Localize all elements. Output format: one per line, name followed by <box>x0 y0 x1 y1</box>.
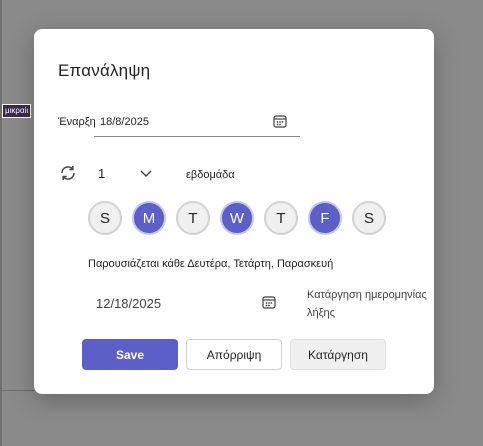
recurrence-dialog: Επανάληψη Έναρξη 18/8/2025 1 εβδομάδα S … <box>34 29 434 394</box>
recurrence-summary: Παρουσιάζεται κάθε Δευτέρα, Τετάρτη, Παρ… <box>88 258 334 270</box>
chevron-down-icon[interactable] <box>138 165 154 181</box>
background-divider-horizontal <box>0 390 36 391</box>
calendar-icon[interactable] <box>262 295 276 309</box>
day-toggle-sunday[interactable]: S <box>88 201 122 235</box>
day-toggle-wednesday[interactable]: W <box>220 201 254 235</box>
save-button[interactable]: Save <box>82 339 178 370</box>
calendar-icon[interactable] <box>273 114 287 128</box>
day-toggle-tuesday[interactable]: T <box>176 201 210 235</box>
remove-end-date-link[interactable]: Κατάργηση ημερομηνίας λήξης <box>307 286 445 322</box>
background-text-chip: μικραίι <box>2 104 32 118</box>
discard-button[interactable]: Απόρριψη <box>186 339 282 370</box>
remove-recurrence-button[interactable]: Κατάργηση <box>290 339 386 370</box>
repeat-icon <box>61 166 75 180</box>
day-toggle-monday[interactable]: M <box>132 201 166 235</box>
start-date-prefix: Έναρξη <box>58 116 96 128</box>
background-divider <box>0 0 2 446</box>
interval-unit-label: εβδομάδα <box>186 169 235 181</box>
day-toggle-saturday[interactable]: S <box>352 201 386 235</box>
day-toggle-friday[interactable]: F <box>308 201 342 235</box>
end-date-field[interactable]: 12/18/2025 <box>96 296 161 311</box>
start-date-value: 18/8/2025 <box>100 116 149 128</box>
weekday-selector: S M T W T F S <box>88 201 386 235</box>
dialog-title: Επανάληψη <box>58 61 151 80</box>
day-toggle-thursday[interactable]: T <box>264 201 298 235</box>
interval-value[interactable]: 1 <box>98 166 105 181</box>
